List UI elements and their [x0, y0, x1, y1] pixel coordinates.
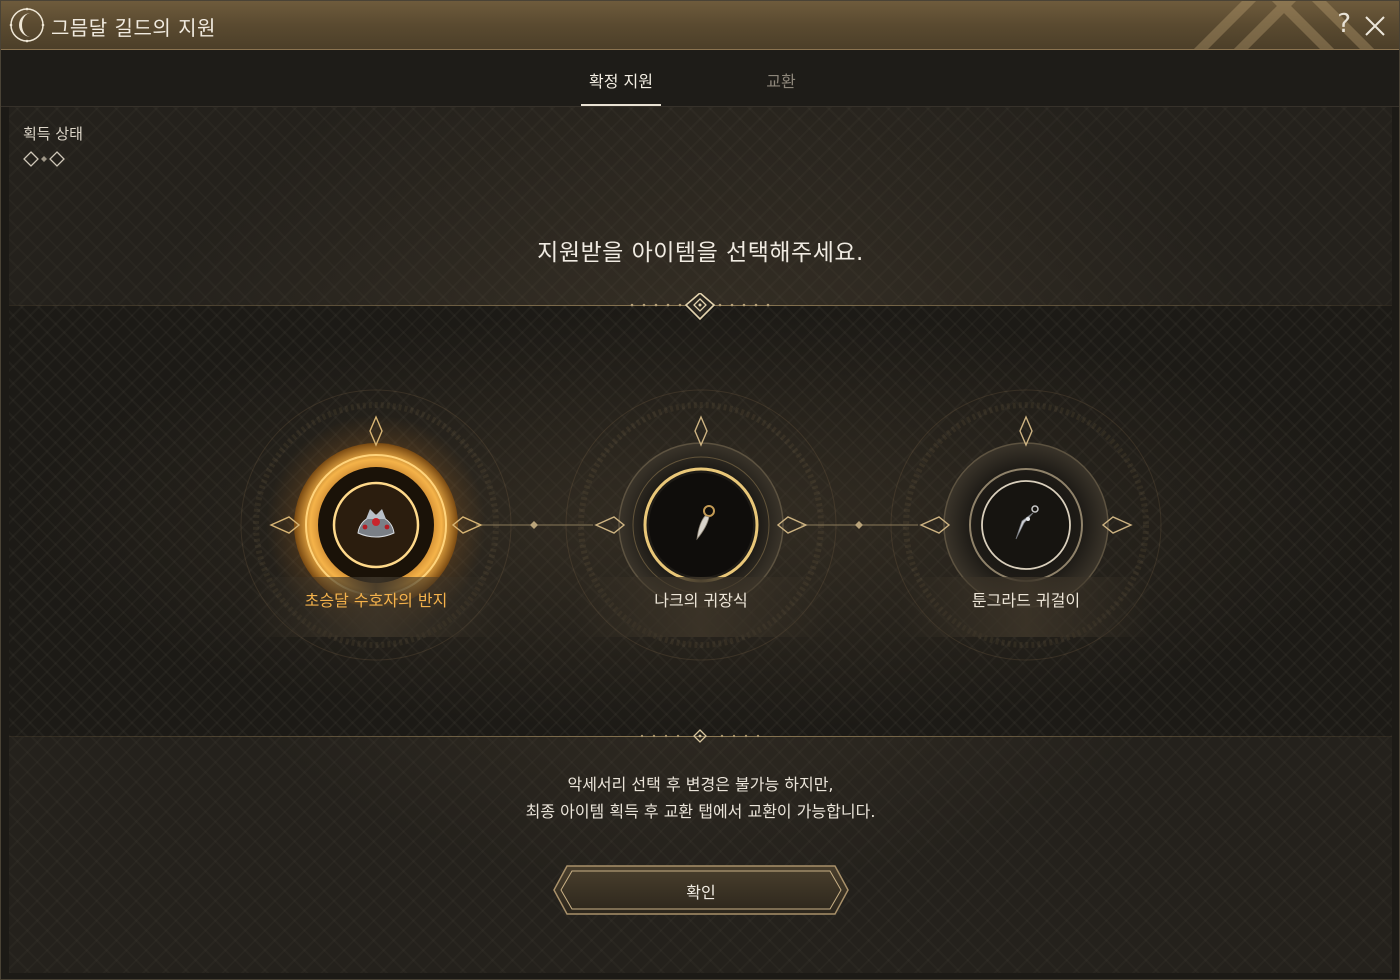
- guild-support-window: 그믐달 길드의 지원 ? 확정 지원 교환 획득 상태 지원받을 아이템을 선택…: [0, 0, 1400, 980]
- crescent-moon-logo-icon: [9, 7, 45, 43]
- notice-line-1: 악세서리 선택 후 변경은 불가능 하지만,: [567, 775, 834, 794]
- tab-guaranteed-support[interactable]: 확정 지원: [581, 68, 661, 106]
- confirm-button-label: 확인: [686, 883, 716, 902]
- title-bar: 그믐달 길드의 지원 ?: [1, 1, 1399, 50]
- main-panel: 획득 상태 지원받을 아이템을 선택해주세요. 초승달 수호자의 반지 나크의 …: [9, 107, 1392, 973]
- item-name-ring[interactable]: 초승달 수호자의 반지: [246, 587, 506, 611]
- selection-notice: 악세서리 선택 후 변경은 불가능 하지만, 최종 아이템 획득 후 교환 탭에…: [9, 771, 1392, 825]
- tab-exchange[interactable]: 교환: [741, 68, 821, 92]
- close-button[interactable]: [1361, 9, 1389, 41]
- item-name-ear-ornament[interactable]: 나크의 귀장식: [571, 587, 831, 611]
- tab-bar: 확정 지원 교환: [1, 50, 1399, 107]
- item-name-earring[interactable]: 툰그라드 귀걸이: [896, 587, 1156, 611]
- notice-line-2: 최종 아이템 획득 후 교환 탭에서 교환이 가능합니다.: [525, 802, 876, 821]
- help-button[interactable]: ?: [1337, 9, 1351, 39]
- window-title: 그믐달 길드의 지원: [51, 16, 216, 40]
- confirm-button[interactable]: 확인: [553, 865, 849, 915]
